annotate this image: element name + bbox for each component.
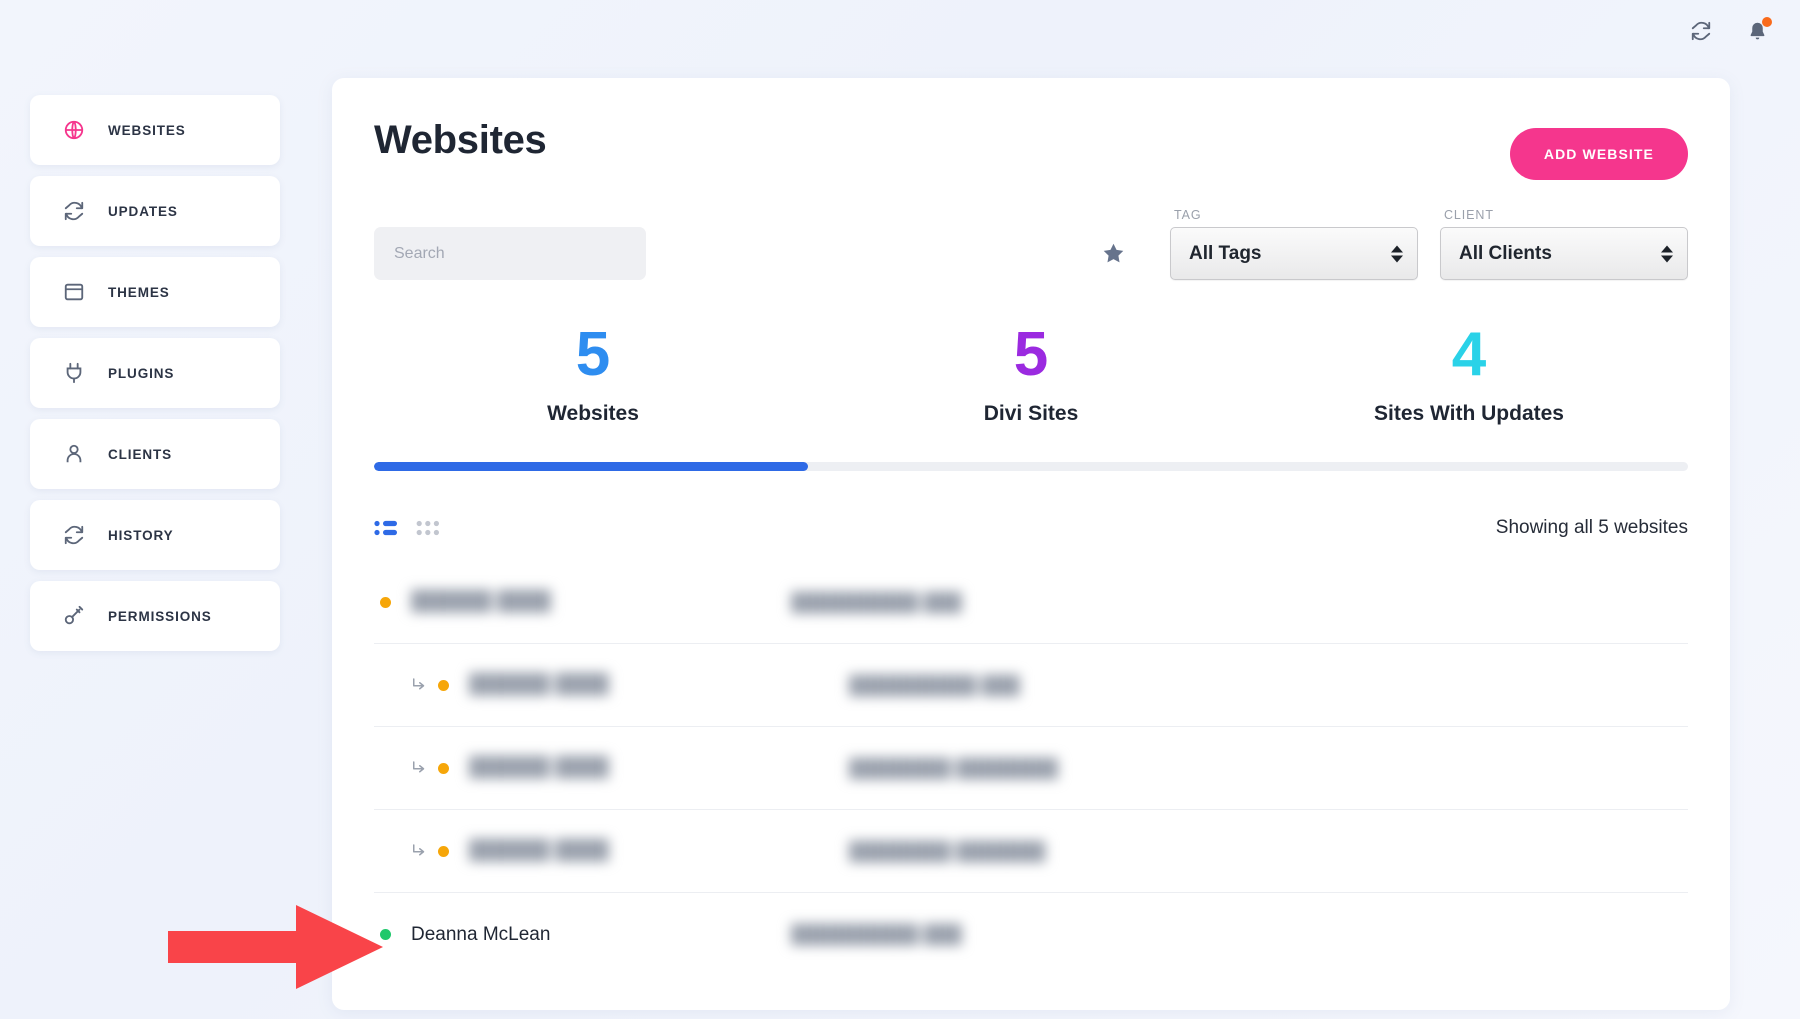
sidebar-item-clients[interactable]: CLIENTS	[30, 419, 280, 489]
tag-filter-group: TAG All Tags	[1170, 208, 1418, 280]
sidebar-item-plugins[interactable]: PLUGINS	[30, 338, 280, 408]
tag-filter-label: TAG	[1170, 208, 1418, 222]
plug-icon	[62, 361, 86, 385]
stepper-icon	[1661, 245, 1673, 262]
table-row[interactable]: ██████ ████ ██████████.███	[374, 644, 1688, 727]
search-input[interactable]	[374, 227, 646, 280]
site-name: ██████ ████	[469, 757, 849, 779]
sidebar-item-updates[interactable]: UPDATES	[30, 176, 280, 246]
status-badge	[380, 597, 391, 608]
main-content-card: Websites ADD WEBSITE TAG All Tags CLIENT…	[332, 78, 1730, 1010]
add-website-button[interactable]: ADD WEBSITE	[1510, 128, 1688, 180]
sidebar-item-label: PLUGINS	[108, 366, 174, 381]
sync-icon[interactable]	[1686, 16, 1716, 46]
client-filter-value: All Clients	[1459, 243, 1552, 265]
sidebar: WEBSITES UPDATES THEMES	[30, 95, 280, 651]
table-row[interactable]: ██████ ████ ██████████.███	[374, 561, 1688, 644]
top-bar	[0, 0, 1800, 62]
stat-value: 5	[374, 324, 812, 386]
sync-icon	[62, 523, 86, 547]
view-toggle-group	[374, 519, 440, 537]
table-row[interactable]: ██████ ████ ████████ ████████	[374, 727, 1688, 810]
stepper-icon	[1391, 245, 1403, 262]
site-name: Deanna McLean	[411, 924, 791, 946]
bell-icon[interactable]	[1742, 16, 1772, 46]
sidebar-item-websites[interactable]: WEBSITES	[30, 95, 280, 165]
site-name: ██████ ████	[469, 674, 849, 696]
child-arrow-icon	[380, 759, 438, 777]
window-icon	[62, 280, 86, 304]
grid-view-icon[interactable]	[416, 519, 440, 537]
sidebar-item-label: HISTORY	[108, 528, 174, 543]
child-arrow-icon	[380, 676, 438, 694]
stat-websites: 5 Websites	[374, 324, 812, 426]
sidebar-item-label: THEMES	[108, 285, 170, 300]
status-badge	[438, 763, 449, 774]
table-row[interactable]: ██████ ████ ████████ ███████	[374, 810, 1688, 893]
sync-icon	[62, 199, 86, 223]
tag-filter-value: All Tags	[1189, 243, 1262, 265]
sidebar-item-label: UPDATES	[108, 204, 178, 219]
site-name: ██████ ████	[411, 591, 791, 613]
sidebar-item-label: WEBSITES	[108, 123, 186, 138]
child-arrow-icon	[380, 842, 438, 860]
status-badge	[438, 846, 449, 857]
stat-divi-sites: 5 Divi Sites	[812, 324, 1250, 426]
progress-track	[374, 462, 1688, 471]
site-url: ████████ ████████	[849, 758, 1058, 779]
tag-filter-select[interactable]: All Tags	[1170, 227, 1418, 280]
client-filter-group: CLIENT All Clients	[1440, 208, 1688, 280]
stat-sites-with-updates: 4 Sites With Updates	[1250, 324, 1688, 426]
stat-label: Websites	[374, 402, 812, 426]
site-url: ████████ ███████	[849, 841, 1045, 862]
stat-label: Sites With Updates	[1250, 402, 1688, 426]
notification-badge	[1762, 17, 1772, 27]
site-url: ██████████.███	[791, 924, 962, 945]
list-header: Showing all 5 websites	[332, 471, 1730, 539]
stat-label: Divi Sites	[812, 402, 1250, 426]
person-icon	[62, 442, 86, 466]
progress-fill	[374, 462, 808, 471]
globe-icon	[62, 118, 86, 142]
site-name: ██████ ████	[469, 840, 849, 862]
sidebar-item-label: PERMISSIONS	[108, 609, 212, 624]
sidebar-item-history[interactable]: HISTORY	[30, 500, 280, 570]
page-title: Websites	[374, 118, 546, 163]
site-url: ██████████.███	[849, 675, 1020, 696]
list-view-icon[interactable]	[374, 519, 398, 537]
sidebar-item-label: CLIENTS	[108, 447, 172, 462]
stats-row: 5 Websites 5 Divi Sites 4 Sites With Upd…	[332, 280, 1730, 426]
stat-value: 4	[1250, 324, 1688, 386]
website-list: ██████ ████ ██████████.███ ██████ ████ █…	[332, 561, 1730, 976]
sidebar-item-permissions[interactable]: PERMISSIONS	[30, 581, 280, 651]
client-filter-select[interactable]: All Clients	[1440, 227, 1688, 280]
progress-bar-wrap	[332, 426, 1730, 471]
sidebar-item-themes[interactable]: THEMES	[30, 257, 280, 327]
card-header: Websites ADD WEBSITE	[332, 78, 1730, 180]
star-icon[interactable]	[1101, 241, 1126, 266]
filter-bar: TAG All Tags CLIENT All Clients	[332, 180, 1730, 280]
table-row[interactable]: Deanna McLean ██████████.███	[374, 893, 1688, 976]
stat-value: 5	[812, 324, 1250, 386]
status-badge	[438, 680, 449, 691]
key-icon	[62, 604, 86, 628]
client-filter-label: CLIENT	[1440, 208, 1688, 222]
showing-count-text: Showing all 5 websites	[1496, 517, 1688, 539]
site-url: ██████████.███	[791, 592, 962, 613]
status-badge	[380, 929, 391, 940]
